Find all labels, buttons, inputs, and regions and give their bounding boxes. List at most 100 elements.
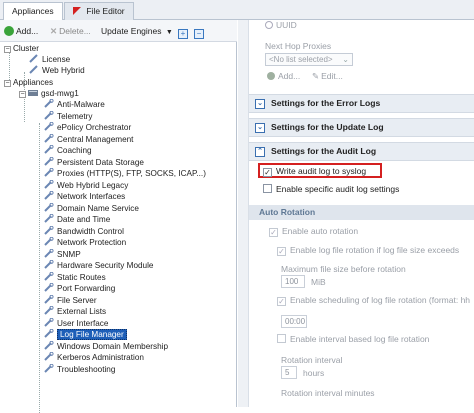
tree-item[interactable]: Proxies (HTTP(S), FTP, SOCKS, ICAP...) — [44, 168, 206, 179]
wrench-icon — [44, 156, 54, 166]
tree-node-label: Appliances — [13, 78, 54, 87]
tree-item-label: Web Hybrid Legacy — [57, 180, 129, 190]
enable-auto-rotation-checkbox[interactable]: ✓ Enable auto rotation — [269, 226, 358, 237]
tree-item[interactable]: Persistent Data Storage — [44, 156, 144, 168]
tree-item[interactable]: Windows Domain Membership — [44, 340, 168, 352]
add-button[interactable]: Add... — [4, 24, 38, 38]
checkbox-checked-icon: ✓ — [269, 228, 278, 237]
tree-item[interactable]: ePolicy Orchestrator — [44, 122, 131, 133]
tree-item[interactable]: Port Forwarding — [44, 283, 115, 294]
add-label: Add... — [16, 26, 39, 36]
section-update-log[interactable]: ⌄ Settings for the Update Log — [249, 118, 474, 137]
next-hop-add-button[interactable]: Add... — [267, 71, 300, 81]
wrench-icon — [44, 214, 54, 223]
tree-node-license[interactable]: License — [29, 54, 70, 65]
wrench-icon — [44, 168, 54, 177]
collapse-icon[interactable]: − — [4, 80, 11, 87]
tree-item[interactable]: Central Management — [44, 133, 133, 145]
expand-icon[interactable]: ⌄ — [255, 123, 265, 133]
next-hop-edit-button[interactable]: ✎ Edit... — [312, 71, 343, 82]
tree-toolbar: Add... ✕ Delete... Update Engines ▼ + − — [0, 20, 237, 42]
tree-item-label: External Lists — [57, 307, 107, 316]
tree-item[interactable]: Telemetry — [44, 110, 93, 122]
tree-node-appliances[interactable]: − Appliances — [4, 77, 53, 88]
tree-item-label: Persistent Data Storage — [57, 157, 144, 167]
next-hop-select[interactable]: <No list selected> ⌄ — [265, 53, 353, 66]
wrench-icon — [29, 65, 38, 74]
tree-item[interactable]: Web Hybrid Legacy — [44, 179, 129, 191]
write-syslog-checkbox[interactable]: ✓ Write audit log to syslog — [263, 166, 366, 177]
tab-file-editor[interactable]: File Editor — [64, 2, 134, 20]
expand-all-button[interactable]: + — [178, 24, 188, 39]
collapse-all-button[interactable]: − — [194, 24, 204, 39]
specific-audit-checkbox[interactable]: Enable specific audit log settings — [263, 184, 399, 194]
radio-icon — [265, 21, 273, 29]
tree-item[interactable]: Bandwidth Control — [44, 225, 124, 237]
collapse-icon[interactable]: ⌃ — [255, 147, 265, 157]
section-error-logs[interactable]: ⌄ Settings for the Error Logs — [249, 94, 474, 113]
wrench-icon — [44, 122, 54, 131]
tree-item[interactable]: Domain Name Service — [44, 202, 139, 214]
tree-item-label: Coaching — [57, 146, 92, 155]
tree-item-label: Troubleshooting — [57, 364, 116, 374]
enable-schedule-label: Enable scheduling of log file rotation (… — [290, 295, 471, 305]
tree-item[interactable]: Date and Time — [44, 214, 110, 225]
wrench-icon — [44, 260, 54, 269]
enable-interval-checkbox[interactable]: Enable interval based log file rotation — [277, 334, 429, 344]
tree-connector — [39, 123, 40, 413]
section-title: Settings for the Update Log — [271, 122, 384, 132]
tree-item[interactable]: Log File Manager — [44, 329, 127, 340]
chevron-down-icon: ▼ — [165, 29, 173, 36]
tree-item[interactable]: Troubleshooting — [44, 363, 116, 375]
tree-node-host[interactable]: − gsd-mwg1 — [19, 88, 79, 99]
wrench-icon — [44, 363, 54, 373]
tab-file-editor-label: File Editor — [86, 6, 125, 16]
wrench-icon — [44, 145, 54, 154]
tree-item-label: Anti-Malware — [57, 100, 105, 109]
tree-node-web-hybrid[interactable]: Web Hybrid — [29, 65, 85, 76]
tab-appliances-label: Appliances — [12, 6, 54, 16]
expand-icon[interactable]: ⌄ — [255, 99, 265, 109]
interval-minutes-label: Rotation interval minutes — [281, 388, 375, 398]
tree-item[interactable]: File Server — [44, 294, 97, 306]
uuid-option[interactable]: UUID — [265, 20, 297, 30]
enable-schedule-checkbox[interactable]: ✓ Enable scheduling of log file rotation … — [277, 295, 470, 306]
schedule-time-input[interactable]: 00:00 — [281, 315, 307, 328]
tree-item[interactable]: User Interface — [44, 317, 108, 329]
tree-item[interactable]: Anti-Malware — [44, 99, 105, 110]
max-size-input[interactable]: 100 — [281, 275, 305, 288]
tree-item[interactable]: Network Protection — [44, 237, 126, 248]
interval-input[interactable]: 5 — [281, 366, 297, 379]
collapse-icon[interactable]: − — [4, 46, 11, 53]
update-engines-button[interactable]: Update Engines ▼ — [101, 24, 173, 38]
collapse-icon[interactable]: − — [19, 91, 26, 98]
wrench-icon — [44, 352, 54, 361]
tab-appliances[interactable]: Appliances — [3, 2, 63, 21]
tree-node-cluster[interactable]: − Cluster — [4, 43, 39, 54]
wrench-icon — [44, 110, 54, 120]
tree-item[interactable]: External Lists — [44, 306, 106, 317]
section-title: Settings for the Error Logs — [271, 98, 381, 108]
delete-button[interactable]: ✕ Delete... — [50, 24, 91, 38]
tree-item[interactable]: SNMP — [44, 248, 81, 260]
section-audit-log[interactable]: ⌃ Settings for the Audit Log — [249, 142, 474, 161]
tree-item[interactable]: Coaching — [44, 145, 92, 156]
tree-item[interactable]: Static Routes — [44, 271, 106, 283]
settings-content: UUID Next Hop Proxies <No list selected>… — [248, 20, 474, 407]
tree-item-label: SNMP — [57, 249, 81, 259]
appliance-icon — [28, 90, 38, 96]
section-title: Settings for the Audit Log — [271, 146, 377, 156]
wrench-icon — [44, 329, 54, 338]
wrench-icon — [44, 133, 54, 143]
enable-size-rotation-checkbox[interactable]: ✓ Enable log file rotation if log file si… — [277, 245, 459, 256]
next-hop-label: Next Hop Proxies — [265, 41, 332, 51]
tree-item[interactable]: Hardware Security Module — [44, 260, 153, 271]
tree-item-label: Static Routes — [57, 272, 106, 282]
tree-item[interactable]: Kerberos Administration — [44, 352, 144, 363]
wrench-icon — [44, 179, 54, 189]
checkbox-icon — [263, 184, 272, 193]
tree-item-label: Domain Name Service — [57, 203, 139, 213]
tree-item[interactable]: Network Interfaces — [44, 191, 125, 202]
collapse-all-icon: − — [194, 29, 204, 39]
auto-rotation-header: Auto Rotation — [249, 205, 474, 220]
